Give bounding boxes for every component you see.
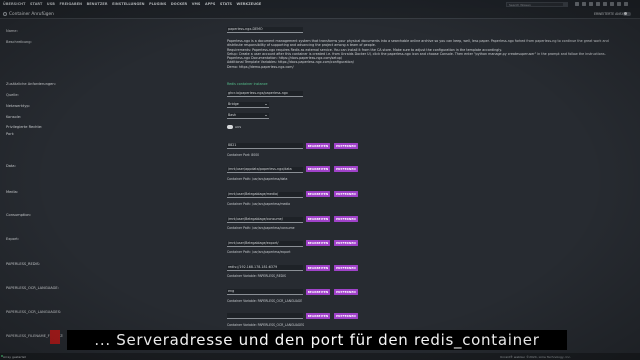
- extra-requirements-label: Zusätzliche Anforderungen:: [6, 82, 56, 86]
- media-remove-button[interactable]: ENTFERNEN: [334, 191, 358, 197]
- data-input[interactable]: /mnt/user/appdata/paperless-ngx/data: [227, 167, 303, 173]
- consumption-remove-button[interactable]: ENTFERNEN: [334, 216, 358, 222]
- console-label: Konsole:: [6, 115, 22, 119]
- page-title: Container Anrufügen: [9, 11, 54, 17]
- data-remove-button[interactable]: ENTFERNEN: [334, 166, 358, 172]
- nav-einstellungen[interactable]: EINSTELLUNGEN: [112, 2, 145, 6]
- consumption-help: Container Path: /usr/src/paperless/consu…: [227, 226, 295, 230]
- network-label: Netzwerktyp:: [6, 104, 30, 108]
- terminal-icon[interactable]: [575, 2, 579, 6]
- privileged-label: Privilegierte Rechte:: [6, 125, 43, 129]
- console-value: Bash: [228, 113, 237, 117]
- ocr-language-label: PAPERLESS_OCR_LANGUAGE:: [6, 286, 59, 290]
- nav-freigaben[interactable]: FREIGABEN: [60, 2, 83, 6]
- nav-usb[interactable]: USB: [47, 2, 55, 6]
- repository-label: Quelle:: [6, 93, 19, 97]
- data-label: Data:: [6, 164, 16, 168]
- settings-icon[interactable]: [617, 2, 621, 6]
- copyright-text: Unraid® webGui ©2024, Lime Technology, I…: [500, 354, 571, 359]
- consumption-input[interactable]: /mnt/user/Belegablage/consume/: [227, 217, 303, 223]
- redis-input[interactable]: redis://192.168.178.181:6379: [227, 265, 303, 271]
- video-subtitle: ... Serveradresse und den port für den r…: [67, 330, 567, 350]
- data-edit-button[interactable]: BEARBEITEN: [306, 166, 330, 172]
- power-icon[interactable]: [624, 2, 628, 6]
- port-help: Container Port: 8000: [227, 153, 260, 157]
- notifications-icon[interactable]: [610, 2, 614, 6]
- media-input[interactable]: /mnt/user/Belegablage/media/: [227, 192, 303, 198]
- ocr-languages-help: Container Variable: PAPERLESS_OCR_LANGUA…: [227, 323, 305, 327]
- help-icon[interactable]: [603, 2, 607, 6]
- chevron-down-icon: [265, 115, 267, 116]
- array-status-text: Array gestartet: [3, 354, 26, 359]
- status-bar: Array gestartet Unraid® webGui ©2024, Li…: [0, 353, 640, 360]
- subtitle-accent-bar: [50, 330, 60, 344]
- ocr-language-remove-button[interactable]: ENTFERNEN: [334, 289, 358, 295]
- page: Container Anrufügen ERWEITERTE ANSICHT N…: [0, 8, 640, 353]
- ocr-language-edit-button[interactable]: BEARBEITEN: [306, 289, 330, 295]
- chevron-down-icon: [265, 104, 267, 105]
- ocr-languages-input[interactable]: [227, 313, 303, 319]
- consumption-edit-button[interactable]: BEARBEITEN: [306, 216, 330, 222]
- redis-label: PAPERLESS_REDIS:: [6, 262, 41, 266]
- port-remove-button[interactable]: ENTFERNEN: [334, 143, 358, 149]
- log-icon[interactable]: [596, 2, 600, 6]
- advanced-view-toggle[interactable]: [623, 11, 631, 16]
- nav-stats[interactable]: STATS: [220, 2, 232, 6]
- ocr-language-help: Container Variable: PAPERLESS_OCR_LANGUA…: [227, 299, 303, 303]
- repository-input[interactable]: ghcr.io/paperless-ngx/paperless-ngx: [227, 91, 303, 97]
- search-input[interactable]: Search Wissen: [506, 1, 564, 7]
- name-label: Name:: [6, 29, 18, 33]
- privileged-toggle[interactable]: [227, 125, 233, 129]
- nav-apps[interactable]: APPS: [205, 2, 215, 6]
- redis-help: Container Variable: PAPERLESS_REDIS: [227, 274, 286, 278]
- nav-start[interactable]: START: [30, 2, 42, 6]
- ocr-language-input[interactable]: eng: [227, 289, 303, 295]
- privileged-value: AUS: [235, 125, 242, 129]
- nav-benutzer[interactable]: BENUTZER: [87, 2, 108, 6]
- top-navigation-bar: ÜBERSICHT START USB FREIGABEN BENUTZER E…: [0, 0, 640, 8]
- redis-edit-button[interactable]: BEARBEITEN: [306, 265, 330, 271]
- export-help: Container Path: /usr/src/paperless/expor…: [227, 250, 291, 254]
- nav-plugins[interactable]: PLUGINS: [149, 2, 166, 6]
- feedback-icon[interactable]: [582, 2, 586, 6]
- port-edit-button[interactable]: BEARBEITEN: [306, 143, 330, 149]
- nav-werkzeuge[interactable]: WERKZEUGE: [237, 2, 262, 6]
- ocr-languages-label: PAPERLESS_OCR_LANGUAGES:: [6, 310, 62, 314]
- search-icon[interactable]: [563, 1, 568, 7]
- nav-uebersicht[interactable]: ÜBERSICHT: [3, 2, 26, 6]
- container-icon: [3, 11, 7, 16]
- console-select[interactable]: Bash: [227, 113, 269, 119]
- description-line[interactable]: Demo: https://demo.paperless-ngx.com/: [227, 65, 637, 69]
- port-input[interactable]: 8821: [227, 143, 303, 149]
- network-value: Bridge: [228, 102, 239, 106]
- port-label: Port:: [6, 132, 15, 136]
- network-select[interactable]: Bridge: [227, 102, 269, 108]
- page-titlebar: Container Anrufügen ERWEITERTE ANSICHT: [0, 8, 640, 19]
- export-label: Export:: [6, 237, 19, 241]
- description-text: Paperless-ngx is a document management s…: [227, 39, 637, 69]
- description-label: Beschreibung:: [6, 40, 32, 44]
- info-icon[interactable]: [589, 2, 593, 6]
- media-help: Container Path: /usr/src/paperless/media: [227, 202, 291, 206]
- nav-docker[interactable]: DOCKER: [171, 2, 187, 6]
- consumption-label: Consumption:: [6, 213, 32, 217]
- export-remove-button[interactable]: ENTFERNEN: [334, 240, 358, 246]
- ocr-languages-edit-button[interactable]: BEARBEITEN: [306, 313, 330, 319]
- redis-remove-button[interactable]: ENTFERNEN: [334, 265, 358, 271]
- data-help: Container Path: /usr/src/paperless/data: [227, 177, 288, 181]
- export-input[interactable]: /mnt/user/Belegablage/export/: [227, 241, 303, 247]
- media-label: Media:: [6, 190, 19, 194]
- nav-vms[interactable]: VMS: [192, 2, 201, 6]
- export-edit-button[interactable]: BEARBEITEN: [306, 240, 330, 246]
- extra-requirements-link[interactable]: Redis container instance: [227, 82, 268, 86]
- ocr-languages-remove-button[interactable]: ENTFERNEN: [334, 313, 358, 319]
- media-edit-button[interactable]: BEARBEITEN: [306, 191, 330, 197]
- name-input[interactable]: paperless-ngx-DEMO: [227, 27, 303, 33]
